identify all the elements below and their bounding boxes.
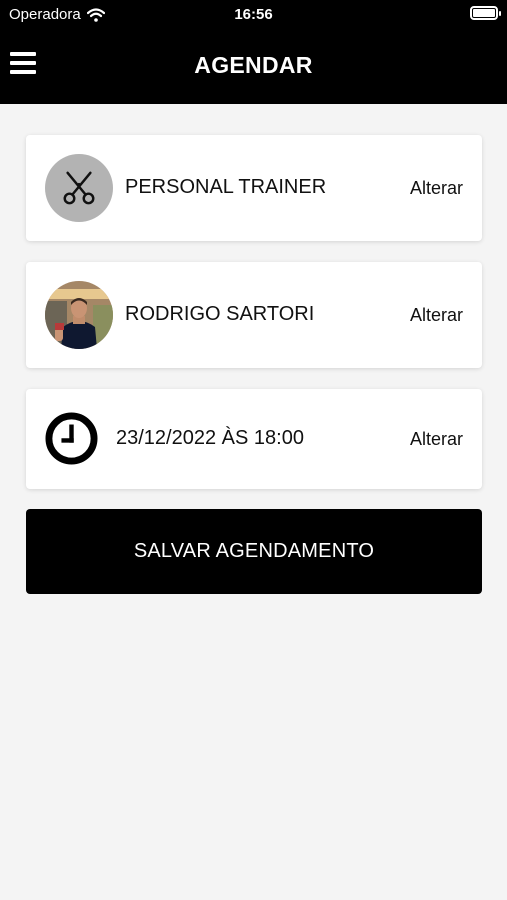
battery-icon — [470, 6, 501, 20]
professional-avatar — [45, 281, 113, 349]
datetime-label: 23/12/2022 ÀS 18:00 — [116, 427, 304, 449]
service-card: PERSONAL TRAINER Alterar — [26, 135, 482, 241]
top-bar: Operadora 16:56 AGENDAR — [0, 0, 507, 104]
professional-photo — [45, 281, 113, 349]
change-datetime-link[interactable]: Alterar — [410, 429, 463, 450]
change-service-link[interactable]: Alterar — [410, 178, 463, 199]
scissors-icon — [63, 171, 95, 205]
status-time: 16:56 — [234, 6, 273, 23]
clock-icon — [45, 412, 98, 465]
datetime-card: 23/12/2022 ÀS 18:00 Alterar — [26, 389, 482, 489]
page-title: AGENDAR — [194, 52, 313, 78]
status-bar: Operadora 16:56 — [0, 0, 507, 30]
professional-name: RODRIGO SARTORI — [125, 303, 315, 325]
service-label: PERSONAL TRAINER — [125, 176, 327, 198]
change-professional-link[interactable]: Alterar — [410, 305, 463, 326]
service-avatar — [45, 154, 113, 222]
save-appointment-button[interactable]: SALVAR AGENDAMENTO — [26, 509, 482, 594]
professional-card: RODRIGO SARTORI Alterar — [26, 262, 482, 368]
